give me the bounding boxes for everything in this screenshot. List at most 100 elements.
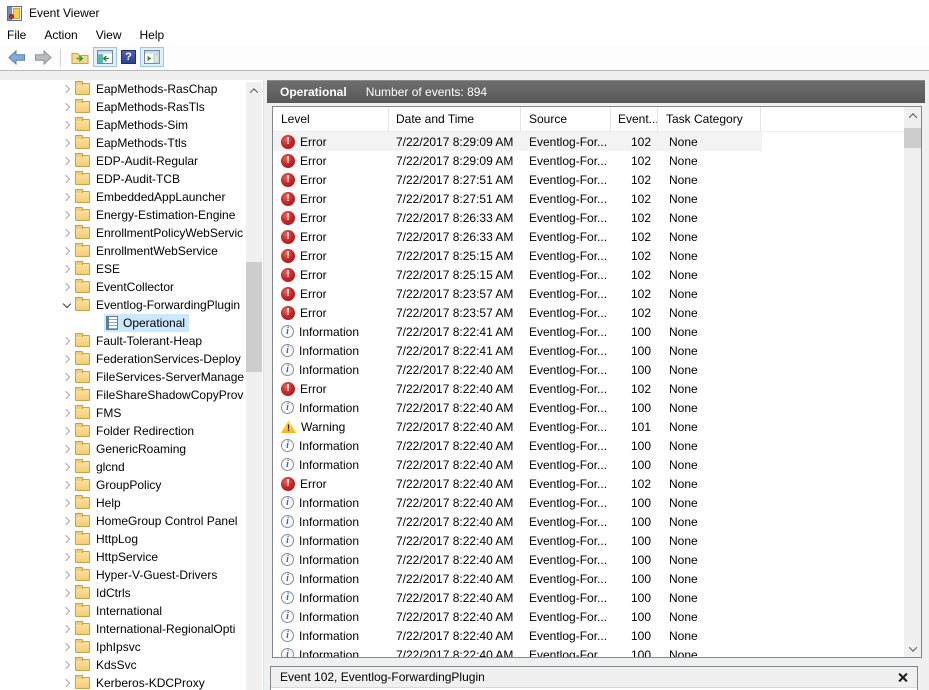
expand-chevron-icon[interactable] bbox=[61, 554, 73, 560]
expand-chevron-icon[interactable] bbox=[61, 194, 73, 200]
tree-item[interactable]: ESE bbox=[0, 260, 245, 278]
event-row[interactable]: Information 7/22/2017 8:22:40 AM Eventlo… bbox=[273, 588, 762, 607]
event-row[interactable]: Warning 7/22/2017 8:22:40 AM Eventlog-Fo… bbox=[273, 417, 762, 436]
event-row[interactable]: Information 7/22/2017 8:22:40 AM Eventlo… bbox=[273, 569, 762, 588]
expand-chevron-icon[interactable] bbox=[61, 104, 73, 110]
close-icon[interactable] bbox=[897, 672, 908, 683]
tree-item[interactable]: EapMethods-Ttls bbox=[0, 134, 245, 152]
expand-chevron-icon[interactable] bbox=[61, 392, 73, 398]
event-row[interactable]: Error 7/22/2017 8:29:09 AM Eventlog-For.… bbox=[273, 132, 762, 151]
expand-chevron-icon[interactable] bbox=[61, 446, 73, 452]
help-button[interactable] bbox=[117, 46, 140, 68]
action-pane-toggle-button[interactable] bbox=[140, 47, 164, 67]
expand-chevron-icon[interactable] bbox=[61, 464, 73, 470]
tree-item[interactable]: Kerberos-KDCProxy bbox=[0, 674, 245, 690]
tree-item[interactable]: GroupPolicy bbox=[0, 476, 245, 494]
event-row[interactable]: Error 7/22/2017 8:25:15 AM Eventlog-For.… bbox=[273, 246, 762, 265]
tree-item[interactable]: KdsSvc bbox=[0, 656, 245, 674]
tree-item[interactable]: HttpLog bbox=[0, 530, 245, 548]
list-scroll-up-button[interactable] bbox=[904, 107, 921, 124]
expand-chevron-icon[interactable] bbox=[61, 626, 73, 632]
event-row[interactable]: Error 7/22/2017 8:22:40 AM Eventlog-For.… bbox=[273, 474, 762, 493]
event-row[interactable]: Information 7/22/2017 8:22:40 AM Eventlo… bbox=[273, 493, 762, 512]
event-row[interactable]: Error 7/22/2017 8:27:51 AM Eventlog-For.… bbox=[273, 170, 762, 189]
tree-item[interactable]: Hyper-V-Guest-Drivers bbox=[0, 566, 245, 584]
list-scroll-down-button[interactable] bbox=[904, 640, 921, 657]
expand-chevron-icon[interactable] bbox=[61, 230, 73, 236]
console-tree-toggle-button[interactable] bbox=[93, 47, 117, 67]
expand-chevron-icon[interactable] bbox=[61, 428, 73, 434]
event-row[interactable]: Error 7/22/2017 8:25:15 AM Eventlog-For.… bbox=[273, 265, 762, 284]
tree-item[interactable]: Fault-Tolerant-Heap bbox=[0, 332, 245, 350]
column-header[interactable]: Task Category bbox=[658, 107, 761, 131]
forward-button[interactable] bbox=[30, 46, 56, 69]
event-row[interactable]: Error 7/22/2017 8:27:51 AM Eventlog-For.… bbox=[273, 189, 762, 208]
event-row[interactable]: Error 7/22/2017 8:23:57 AM Eventlog-For.… bbox=[273, 303, 762, 322]
event-row[interactable]: Information 7/22/2017 8:22:40 AM Eventlo… bbox=[273, 455, 762, 474]
tree-item[interactable]: EDP-Audit-TCB bbox=[0, 170, 245, 188]
expand-chevron-icon[interactable] bbox=[61, 303, 73, 307]
column-header[interactable]: Event... bbox=[611, 107, 658, 131]
column-header[interactable]: Level bbox=[273, 107, 389, 131]
event-row[interactable]: Information 7/22/2017 8:22:40 AM Eventlo… bbox=[273, 398, 762, 417]
expand-chevron-icon[interactable] bbox=[61, 536, 73, 542]
tree-item[interactable]: Energy-Estimation-Engine bbox=[0, 206, 245, 224]
tree-item[interactable]: Operational bbox=[0, 314, 245, 332]
tree-item[interactable]: GenericRoaming bbox=[0, 440, 245, 458]
tree-item[interactable]: FederationServices-Deploy bbox=[0, 350, 245, 368]
expand-chevron-icon[interactable] bbox=[61, 644, 73, 650]
expand-chevron-icon[interactable] bbox=[61, 338, 73, 344]
tree-item[interactable]: HttpService bbox=[0, 548, 245, 566]
expand-chevron-icon[interactable] bbox=[61, 248, 73, 254]
expand-chevron-icon[interactable] bbox=[61, 176, 73, 182]
column-header[interactable]: Date and Time bbox=[389, 107, 521, 131]
event-row[interactable]: Information 7/22/2017 8:22:40 AM Eventlo… bbox=[273, 360, 762, 379]
column-header[interactable]: Source bbox=[521, 107, 611, 131]
expand-chevron-icon[interactable] bbox=[61, 482, 73, 488]
tree-scrollbar[interactable] bbox=[246, 82, 262, 690]
open-saved-log-button[interactable] bbox=[67, 46, 93, 69]
tree-item[interactable]: EmbeddedAppLauncher bbox=[0, 188, 245, 206]
tree-item[interactable]: EnrollmentPolicyWebServic bbox=[0, 224, 245, 242]
tree-item[interactable]: International bbox=[0, 602, 245, 620]
menu-item[interactable]: File bbox=[0, 27, 35, 44]
event-row[interactable]: Information 7/22/2017 8:22:40 AM Eventlo… bbox=[273, 645, 762, 658]
event-row[interactable]: Information 7/22/2017 8:22:41 AM Eventlo… bbox=[273, 322, 762, 341]
event-row[interactable]: Information 7/22/2017 8:22:40 AM Eventlo… bbox=[273, 531, 762, 550]
tree-item[interactable]: EnrollmentWebService bbox=[0, 242, 245, 260]
tree-item[interactable]: EDP-Audit-Regular bbox=[0, 152, 245, 170]
expand-chevron-icon[interactable] bbox=[61, 122, 73, 128]
tree-item[interactable]: EventCollector bbox=[0, 278, 245, 296]
tree-item[interactable]: International-RegionalOpti bbox=[0, 620, 245, 638]
event-row[interactable]: Information 7/22/2017 8:22:40 AM Eventlo… bbox=[273, 512, 762, 531]
event-row[interactable]: Information 7/22/2017 8:22:40 AM Eventlo… bbox=[273, 626, 762, 645]
event-row[interactable]: Error 7/22/2017 8:29:09 AM Eventlog-For.… bbox=[273, 151, 762, 170]
expand-chevron-icon[interactable] bbox=[61, 680, 73, 686]
menu-item[interactable]: View bbox=[87, 27, 131, 44]
expand-chevron-icon[interactable] bbox=[61, 86, 73, 92]
tree-scroll-thumb[interactable] bbox=[246, 262, 262, 372]
list-scroll-thumb[interactable] bbox=[904, 128, 921, 148]
event-row[interactable]: Information 7/22/2017 8:22:40 AM Eventlo… bbox=[273, 607, 762, 626]
expand-chevron-icon[interactable] bbox=[61, 212, 73, 218]
expand-chevron-icon[interactable] bbox=[61, 158, 73, 164]
tree-item[interactable]: IphIpsvc bbox=[0, 638, 245, 656]
event-row[interactable]: Information 7/22/2017 8:22:41 AM Eventlo… bbox=[273, 341, 762, 360]
back-button[interactable] bbox=[4, 46, 30, 69]
expand-chevron-icon[interactable] bbox=[61, 284, 73, 290]
menu-item[interactable]: Action bbox=[35, 27, 86, 44]
expand-chevron-icon[interactable] bbox=[61, 608, 73, 614]
event-row[interactable]: Error 7/22/2017 8:26:33 AM Eventlog-For.… bbox=[273, 227, 762, 246]
expand-chevron-icon[interactable] bbox=[61, 374, 73, 380]
event-row[interactable]: Error 7/22/2017 8:22:40 AM Eventlog-For.… bbox=[273, 379, 762, 398]
tree-item[interactable]: Help bbox=[0, 494, 245, 512]
tree-scroll-up-button[interactable] bbox=[246, 82, 262, 99]
expand-chevron-icon[interactable] bbox=[61, 356, 73, 362]
expand-chevron-icon[interactable] bbox=[61, 590, 73, 596]
event-row[interactable]: Information 7/22/2017 8:22:40 AM Eventlo… bbox=[273, 550, 762, 569]
expand-chevron-icon[interactable] bbox=[61, 500, 73, 506]
event-row[interactable]: Error 7/22/2017 8:26:33 AM Eventlog-For.… bbox=[273, 208, 762, 227]
expand-chevron-icon[interactable] bbox=[61, 266, 73, 272]
expand-chevron-icon[interactable] bbox=[61, 518, 73, 524]
tree-item[interactable]: IdCtrls bbox=[0, 584, 245, 602]
